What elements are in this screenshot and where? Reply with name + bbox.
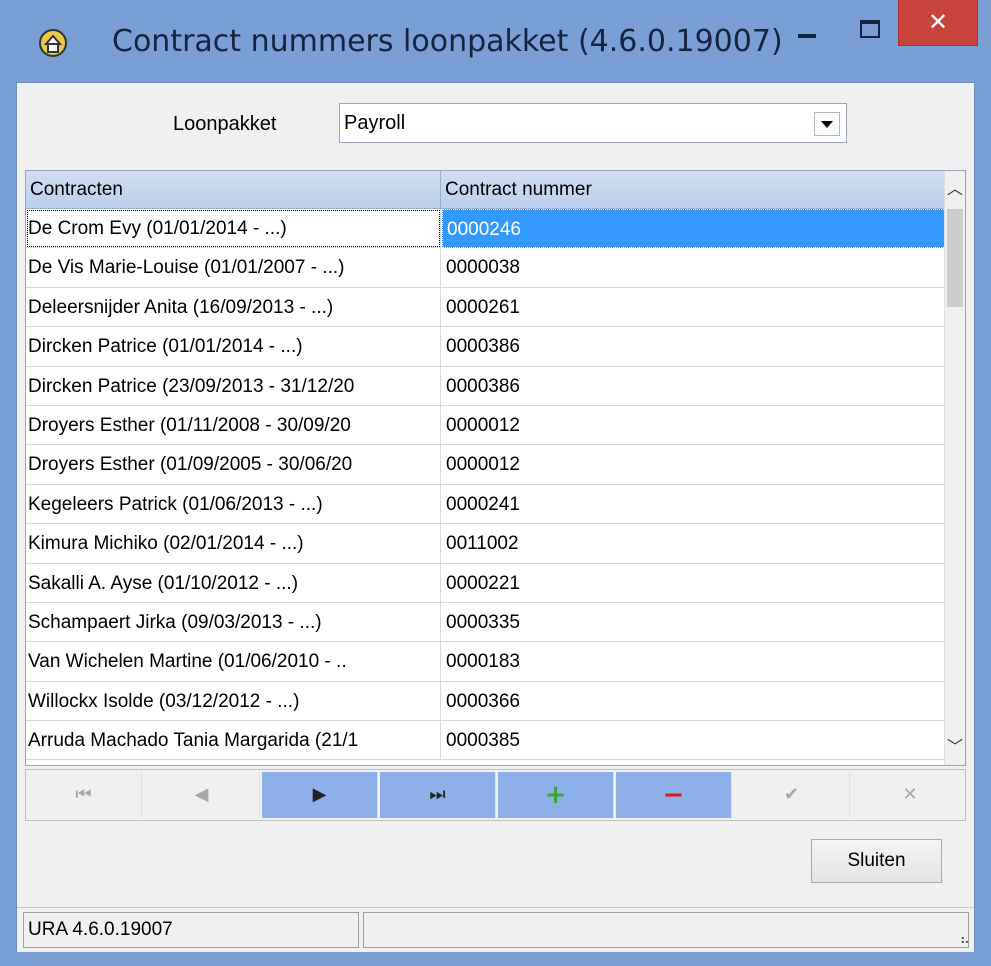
cell-contract[interactable]: Arruda Machado Tania Margarida (21/1 bbox=[26, 721, 441, 761]
sluiten-button[interactable]: Sluiten bbox=[811, 839, 942, 883]
dialog-body: Loonpakket Payroll Contracten Contract n… bbox=[16, 82, 975, 952]
cell-contract[interactable]: Willockx Isolde (03/12/2012 - ...) bbox=[26, 681, 441, 721]
table-row[interactable]: Dircken Patrice (23/09/2013 - 31/12/20 00… bbox=[26, 366, 946, 406]
table-row[interactable]: Kimura Michiko (02/01/2014 - ...) 0011002 bbox=[26, 524, 946, 564]
cell-contract-nummer[interactable]: 0000335 bbox=[442, 603, 946, 642]
vertical-scrollbar[interactable]: ︿ ﹀ bbox=[944, 171, 965, 765]
cell-contract-nummer[interactable]: 0000183 bbox=[442, 642, 946, 681]
table-row[interactable]: Deleersnijder Anita (16/09/2013 - ...) 00… bbox=[26, 287, 946, 328]
prior-record-icon[interactable]: ◀ bbox=[144, 772, 260, 818]
table-row[interactable]: Kegeleers Patrick (01/06/2013 - ...) 0000… bbox=[26, 484, 946, 525]
cell-contract[interactable]: De Crom Evy (01/01/2014 - ...) bbox=[26, 209, 441, 248]
cell-contract-nummer[interactable]: 0000246 bbox=[442, 209, 946, 248]
table-row[interactable]: De Crom Evy (01/01/2014 - ...) 0000246 bbox=[26, 209, 946, 249]
cancel-record-icon[interactable]: ✕ bbox=[852, 772, 968, 818]
table-row[interactable]: Van Wichelen Martine (01/06/2010 - .. 000… bbox=[26, 642, 946, 682]
post-record-icon[interactable]: ✔ bbox=[734, 772, 850, 818]
application-window: Contract nummers loonpakket (4.6.0.19007… bbox=[0, 0, 991, 966]
title-bar[interactable]: Contract nummers loonpakket (4.6.0.19007… bbox=[0, 0, 991, 88]
column-header-contracten[interactable]: Contracten bbox=[26, 171, 441, 208]
record-navigator: ⏮ ◀ ▶ ⏭ + − ✔ ✕ bbox=[25, 769, 966, 821]
cell-contract[interactable]: Dircken Patrice (23/09/2013 - 31/12/20 bbox=[26, 366, 441, 406]
grid-rows: De Crom Evy (01/01/2014 - ...) 0000246 De … bbox=[26, 209, 946, 761]
table-row[interactable]: Schampaert Jirka (09/03/2013 - ...) 00003… bbox=[26, 602, 946, 643]
cell-contract[interactable]: De Vis Marie-Louise (01/01/2007 - ...) bbox=[26, 248, 441, 288]
table-row[interactable]: Willockx Isolde (03/12/2012 - ...) 000036… bbox=[26, 681, 946, 722]
column-header-contract-nummer[interactable]: Contract nummer bbox=[441, 171, 946, 208]
table-row[interactable]: De Vis Marie-Louise (01/01/2007 - ...) 00… bbox=[26, 248, 946, 288]
cell-contract-nummer[interactable]: 0011002 bbox=[442, 524, 946, 563]
table-row[interactable]: Dircken Patrice (01/01/2014 - ...) 000038… bbox=[26, 327, 946, 367]
contracts-grid[interactable]: Contracten Contract nummer De Crom Evy (… bbox=[25, 170, 966, 766]
last-record-icon[interactable]: ⏭ bbox=[380, 772, 496, 818]
cell-contract[interactable]: Schampaert Jirka (09/03/2013 - ...) bbox=[26, 602, 441, 642]
status-panel bbox=[363, 912, 969, 948]
table-row[interactable]: Droyers Esther (01/11/2008 - 30/09/20 000… bbox=[26, 405, 946, 446]
chevron-down-icon[interactable] bbox=[814, 112, 840, 136]
first-record-icon[interactable]: ⏮ bbox=[26, 772, 142, 818]
cell-contract[interactable]: Kegeleers Patrick (01/06/2013 - ...) bbox=[26, 484, 441, 524]
cell-contract[interactable]: Kimura Michiko (02/01/2014 - ...) bbox=[26, 524, 441, 564]
cell-contract-nummer[interactable]: 0000386 bbox=[442, 327, 946, 366]
cell-contract-nummer[interactable]: 0000038 bbox=[442, 248, 946, 287]
table-row[interactable]: Arruda Machado Tania Margarida (21/1 0000… bbox=[26, 721, 946, 761]
status-bar: URA 4.6.0.19007 ⠦ bbox=[17, 907, 974, 952]
loonpakket-select[interactable]: Payroll bbox=[339, 103, 847, 143]
delete-record-icon[interactable]: − bbox=[616, 772, 732, 818]
cell-contract-nummer[interactable]: 0000261 bbox=[442, 288, 946, 327]
loonpakket-value: Payroll bbox=[344, 112, 406, 134]
resize-grip-icon[interactable]: ⠦ bbox=[960, 932, 970, 948]
minimize-icon[interactable] bbox=[790, 12, 834, 48]
cell-contract[interactable]: Deleersnijder Anita (16/09/2013 - ...) bbox=[26, 287, 441, 327]
cell-contract[interactable]: Sakalli A. Ayse (01/10/2012 - ...) bbox=[26, 563, 441, 603]
maximize-icon[interactable] bbox=[848, 12, 892, 48]
cell-contract[interactable]: Van Wichelen Martine (01/06/2010 - .. bbox=[26, 642, 441, 682]
scroll-up-icon[interactable]: ︿ bbox=[945, 175, 965, 203]
scroll-down-icon[interactable]: ﹀ bbox=[945, 733, 965, 761]
cell-contract[interactable]: Droyers Esther (01/11/2008 - 30/09/20 bbox=[26, 405, 441, 445]
house-gear-icon bbox=[39, 29, 67, 57]
loonpakket-label: Loonpakket bbox=[173, 113, 277, 135]
close-icon[interactable]: ✕ bbox=[898, 0, 978, 46]
status-version: URA 4.6.0.19007 bbox=[23, 912, 359, 948]
cell-contract-nummer[interactable]: 0000012 bbox=[442, 406, 946, 445]
cell-contract-nummer[interactable]: 0000241 bbox=[442, 485, 946, 524]
cell-contract[interactable]: Dircken Patrice (01/01/2014 - ...) bbox=[26, 327, 441, 367]
cell-contract-nummer[interactable]: 0000385 bbox=[442, 721, 946, 760]
cell-contract-nummer[interactable]: 0000012 bbox=[442, 445, 946, 484]
table-row[interactable]: Sakalli A. Ayse (01/10/2012 - ...) 000022… bbox=[26, 563, 946, 603]
cell-contract-nummer[interactable]: 0000221 bbox=[442, 564, 946, 603]
grid-header: Contracten Contract nummer bbox=[26, 171, 946, 209]
cell-contract-nummer[interactable]: 0000386 bbox=[442, 367, 946, 406]
next-record-icon[interactable]: ▶ bbox=[262, 772, 378, 818]
scroll-thumb[interactable] bbox=[947, 209, 963, 307]
cell-contract-nummer[interactable]: 0000366 bbox=[442, 682, 946, 721]
insert-record-icon[interactable]: + bbox=[498, 772, 614, 818]
cell-contract[interactable]: Droyers Esther (01/09/2005 - 30/06/20 bbox=[26, 445, 441, 485]
table-row[interactable]: Droyers Esther (01/09/2005 - 30/06/20 000… bbox=[26, 445, 946, 485]
window-title: Contract nummers loonpakket (4.6.0.19007… bbox=[112, 24, 783, 59]
